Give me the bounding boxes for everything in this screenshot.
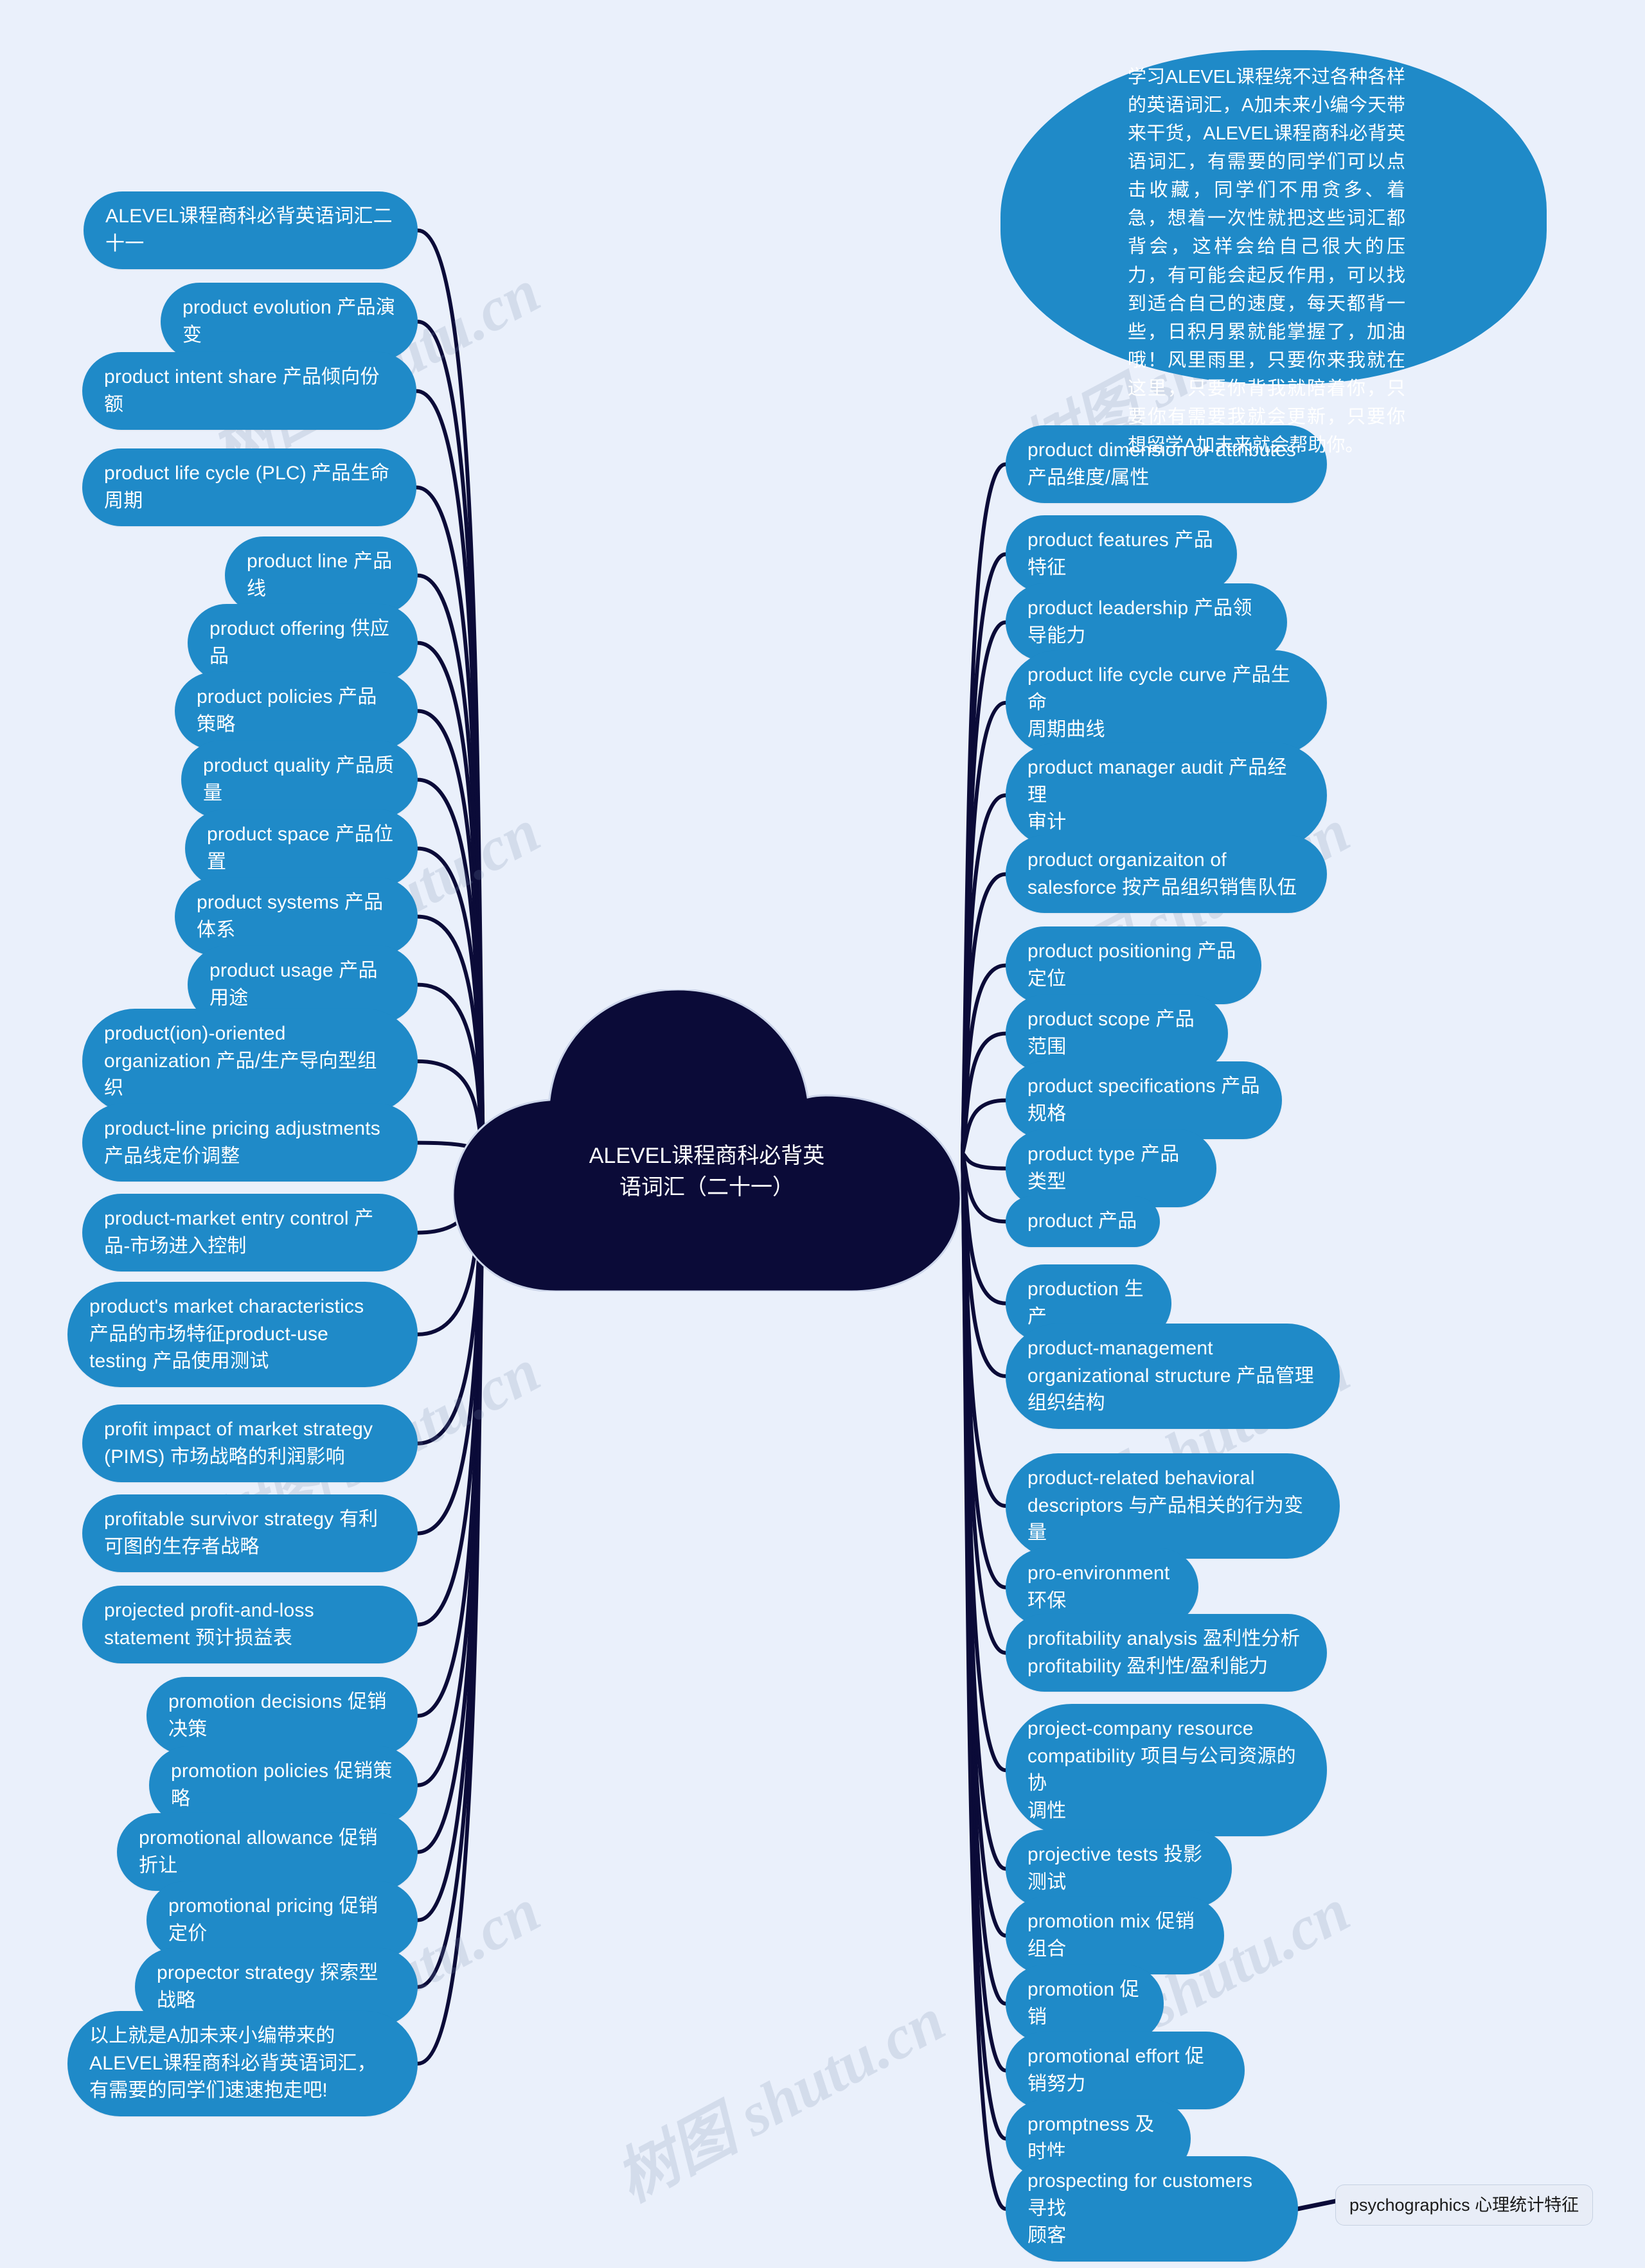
connector-line: [961, 1151, 1008, 1378]
connector-line: [961, 1151, 1008, 1871]
connector-line: [961, 1151, 1008, 2006]
connector-line: [961, 552, 1008, 1155]
left-node[interactable]: profit impact of market strategy (PIMS) …: [82, 1404, 418, 1483]
center-title: ALEVEL课程商科必背英 语词汇（二十一）: [589, 1144, 825, 1200]
right-node[interactable]: product specifications 产品规格: [1006, 1061, 1282, 1140]
right-node[interactable]: product positioning 产品定位: [1006, 926, 1261, 1005]
connector-line: [961, 1151, 1008, 2211]
connector-line: [961, 1098, 1008, 1155]
left-node[interactable]: ALEVEL课程商科必背英语词汇二 十一: [84, 191, 418, 270]
left-node[interactable]: product quality 产品质量: [181, 741, 418, 819]
intro-bubble-text: 学习ALEVEL课程绕不过各种各样的英语词汇，A加未来小编今天带来干货，ALEV…: [1128, 67, 1405, 456]
left-node[interactable]: promotional allowance 促销折让: [117, 1813, 418, 1891]
right-node[interactable]: product-related behavioral descriptors 与…: [1006, 1453, 1340, 1559]
left-node[interactable]: product policies 产品策略: [175, 672, 418, 750]
connector-line: [961, 620, 1008, 1155]
left-node[interactable]: product line 产品线: [225, 536, 418, 615]
right-node[interactable]: promotional effort 促销努力: [1006, 2032, 1245, 2110]
left-node[interactable]: promotion decisions 促销决策: [147, 1677, 418, 1755]
left-node[interactable]: product life cycle (PLC) 产品生命 周期: [82, 448, 416, 527]
left-node[interactable]: product intent share 产品倾向份 额: [82, 352, 416, 430]
right-node[interactable]: prospecting for customers 寻找 顾客: [1006, 2156, 1298, 2262]
left-node[interactable]: projected profit-and-loss statement 预计损益…: [82, 1586, 418, 1664]
left-node[interactable]: product-market entry control 产 品-市场进入控制: [82, 1194, 418, 1272]
right-node[interactable]: product organizaiton of salesforce 按产品组织…: [1006, 835, 1327, 914]
connector-line: [961, 1151, 1008, 1224]
connector-line: [961, 1151, 1008, 1508]
right-node[interactable]: product manager audit 产品经理 审计: [1006, 743, 1327, 848]
left-node[interactable]: promotional pricing 促销定价: [147, 1881, 418, 1960]
left-node[interactable]: promotion policies 促销策略: [149, 1746, 418, 1825]
connector-line: [961, 1151, 1008, 1590]
right-node[interactable]: profitability analysis 盈利性分析 profitabili…: [1006, 1614, 1327, 1692]
left-node[interactable]: 以上就是A加未来小编带来的 ALEVEL课程商科必背英语词汇， 有需要的同学们速…: [67, 2011, 418, 2116]
right-node[interactable]: product life cycle curve 产品生命 周期曲线: [1006, 650, 1327, 756]
right-node[interactable]: product-management organizational struct…: [1006, 1324, 1340, 1429]
right-node[interactable]: project-company resource compatibility 项…: [1006, 1704, 1327, 1837]
connector-line: [961, 1151, 1008, 1306]
connector-line: [961, 700, 1008, 1155]
left-node[interactable]: product evolution 产品演变: [161, 283, 418, 361]
connector-line: [961, 1151, 1008, 2141]
right-node[interactable]: product type 产品类型: [1006, 1130, 1216, 1208]
left-node[interactable]: product space 产品位置: [185, 810, 418, 888]
connector-line: [961, 462, 1008, 1155]
right-node[interactable]: product features 产品特征: [1006, 515, 1237, 594]
leaf-node[interactable]: psychographics 心理统计特征: [1335, 2184, 1594, 2226]
connector-line: [1295, 2199, 1338, 2211]
connector-line: [961, 1151, 1008, 1938]
connector-line: [961, 1151, 1008, 2073]
left-node[interactable]: profitable survivor strategy 有利 可图的生存者战略: [82, 1494, 418, 1573]
right-node[interactable]: promotion 促销: [1006, 1965, 1164, 2043]
right-node[interactable]: promotion mix 促销组合: [1006, 1897, 1224, 1975]
left-node[interactable]: product offering 供应品: [188, 604, 418, 682]
connector-line: [416, 1155, 485, 2066]
connector-line: [961, 793, 1008, 1155]
connector-line: [961, 872, 1008, 1155]
left-node[interactable]: product-line pricing adjustments 产品线定价调整: [82, 1104, 418, 1182]
connector-line: [961, 1151, 1008, 1655]
left-node[interactable]: product(ion)-oriented organization 产品/生产…: [82, 1009, 418, 1114]
right-node[interactable]: product scope 产品范围: [1006, 995, 1228, 1073]
mindmap-canvas: 树图 shutu.cn树图 shutu.cn树图 shutu.cn树图 shut…: [0, 0, 1645, 2268]
watermark: 树图 shutu.cn: [605, 1985, 956, 2215]
connector-line: [961, 1151, 1008, 1171]
connector-line: [961, 1031, 1008, 1155]
connector-line: [961, 1151, 1008, 1773]
connector-line: [961, 963, 1008, 1155]
left-node[interactable]: product's market characteristics 产品的市场特征…: [67, 1282, 418, 1387]
right-node[interactable]: projective tests 投影测试: [1006, 1830, 1232, 1908]
left-node[interactable]: product systems 产品体系: [175, 878, 418, 956]
right-node[interactable]: product leadership 产品领导能力: [1006, 583, 1287, 662]
right-node[interactable]: product 产品: [1006, 1196, 1160, 1247]
